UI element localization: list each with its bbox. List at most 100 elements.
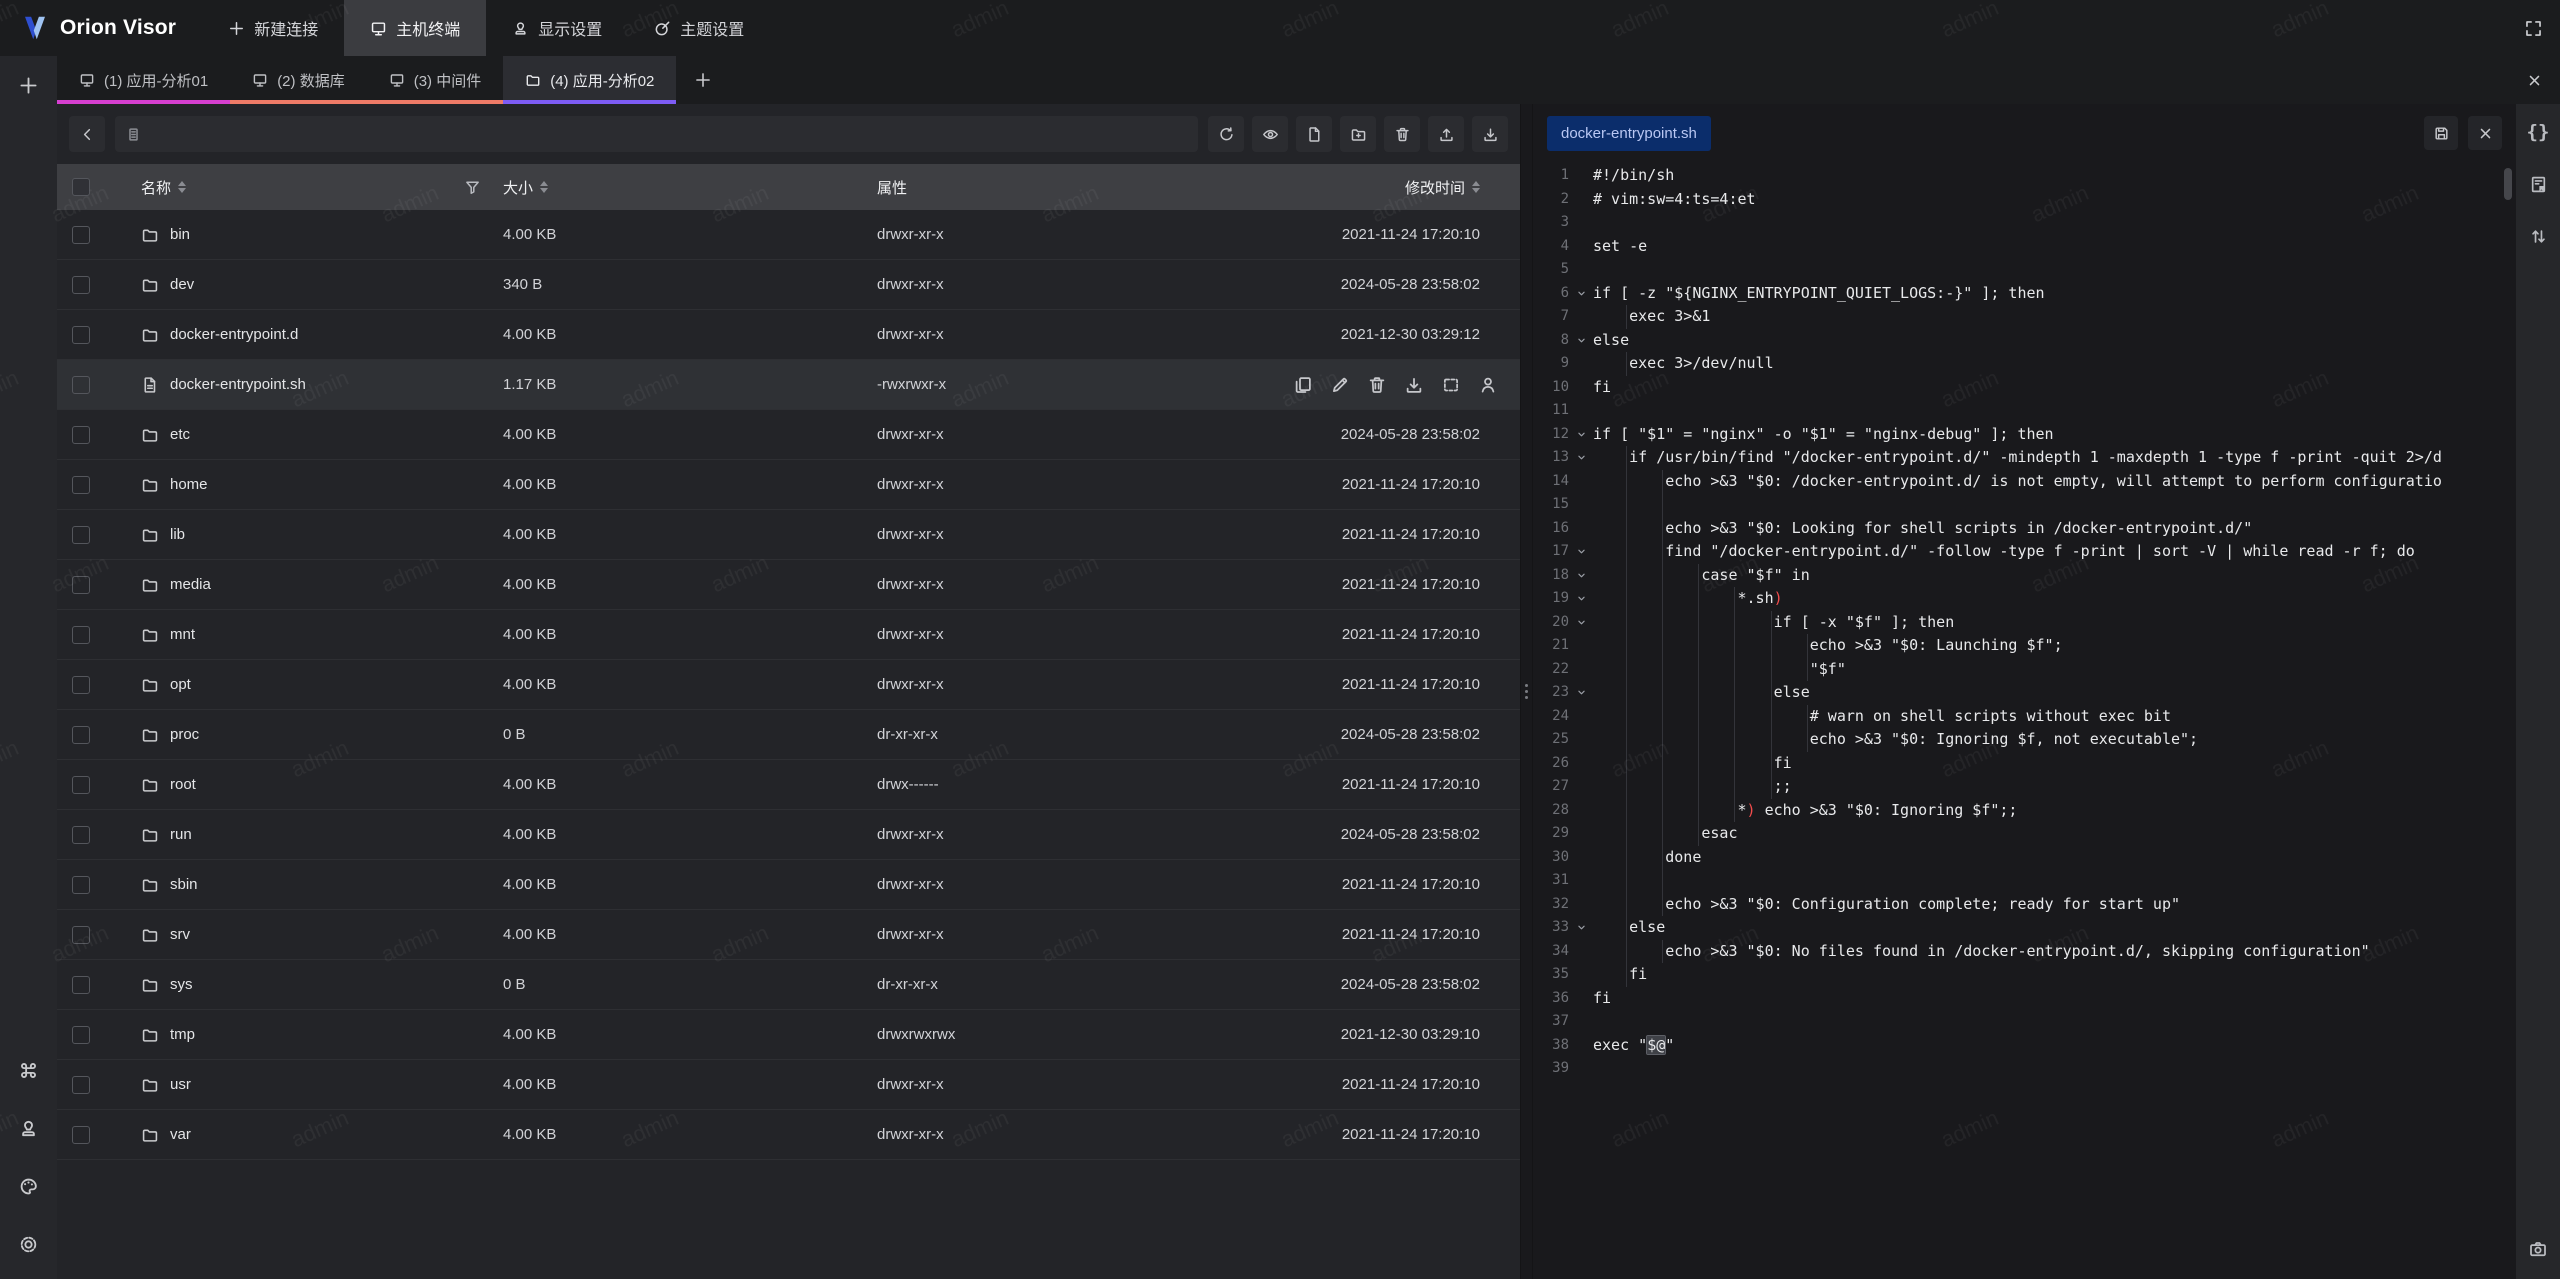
code-line: 13 if /usr/bin/find "/docker-entrypoint.… xyxy=(1533,446,2516,470)
table-row[interactable]: sys0 Bdr-xr-xr-x2024-05-28 23:58:02 xyxy=(57,960,1520,1010)
row-checkbox[interactable] xyxy=(72,526,90,544)
table-row[interactable]: media4.00 KBdrwxr-xr-x2021-11-24 17:20:1… xyxy=(57,560,1520,610)
nav-item-host-terminal[interactable]: 主机终端 xyxy=(344,0,486,56)
open-file-tag[interactable]: docker-entrypoint.sh xyxy=(1547,116,1711,151)
table-row[interactable]: bin4.00 KBdrwxr-xr-x2021-11-24 17:20:10 xyxy=(57,210,1520,260)
app-logo[interactable]: Orion Visor xyxy=(0,13,202,43)
row-checkbox[interactable] xyxy=(72,876,90,894)
nav-item-new-connection[interactable]: 新建连接 xyxy=(202,0,344,56)
upload-button[interactable] xyxy=(1428,116,1464,152)
fold-chevron-icon[interactable] xyxy=(1569,611,1593,635)
row-checkbox[interactable] xyxy=(72,976,90,994)
row-checkbox[interactable] xyxy=(72,426,90,444)
table-row[interactable]: home4.00 KBdrwxr-xr-x2021-11-24 17:20:10 xyxy=(57,460,1520,510)
fold-chevron-icon[interactable] xyxy=(1569,681,1593,705)
terminal-tab-2[interactable]: (2) 数据库 xyxy=(230,56,367,104)
table-row[interactable]: sbin4.00 KBdrwxr-xr-x2021-11-24 17:20:10 xyxy=(57,860,1520,910)
fold-chevron-icon[interactable] xyxy=(1569,423,1593,447)
row-checkbox[interactable] xyxy=(72,226,90,244)
column-header-size[interactable]: 大小 xyxy=(503,177,877,198)
sidebar-display-settings-button[interactable] xyxy=(12,1111,46,1145)
row-checkbox[interactable] xyxy=(72,1076,90,1094)
row-action-download-button[interactable] xyxy=(1404,375,1424,395)
row-checkbox[interactable] xyxy=(72,1026,90,1044)
panel-splitter[interactable] xyxy=(1520,104,1533,1279)
sidebar-theme-settings-button[interactable] xyxy=(12,1169,46,1203)
table-row[interactable]: root4.00 KBdrwx------2021-11-24 17:20:10 xyxy=(57,760,1520,810)
sidebar-settings-button[interactable] xyxy=(12,1227,46,1261)
select-all-checkbox[interactable] xyxy=(72,178,90,196)
row-checkbox[interactable] xyxy=(72,1126,90,1144)
table-row[interactable]: docker-entrypoint.sh1.17 KB-rwxrwxr-x xyxy=(57,360,1520,410)
filter-icon[interactable] xyxy=(464,179,481,196)
fold-chevron-icon[interactable] xyxy=(1569,587,1593,611)
row-checkbox[interactable] xyxy=(72,276,90,294)
row-checkbox[interactable] xyxy=(72,626,90,644)
row-action-edit-button[interactable] xyxy=(1330,375,1350,395)
new-tab-button[interactable] xyxy=(676,56,730,104)
row-action-permission-button[interactable] xyxy=(1478,375,1498,395)
fold-chevron-icon[interactable] xyxy=(1569,282,1593,306)
download-button[interactable] xyxy=(1472,116,1508,152)
table-row[interactable]: etc4.00 KBdrwxr-xr-x2024-05-28 23:58:02 xyxy=(57,410,1520,460)
path-input[interactable] xyxy=(150,125,1188,143)
fold-chevron-icon[interactable] xyxy=(1569,446,1593,470)
table-row[interactable]: mnt4.00 KBdrwxr-xr-x2021-11-24 17:20:10 xyxy=(57,610,1520,660)
close-editor-button[interactable] xyxy=(2468,116,2502,150)
terminal-tab-4[interactable]: (4) 应用-分析02 xyxy=(503,56,676,104)
table-row[interactable]: srv4.00 KBdrwxr-xr-x2021-11-24 17:20:10 xyxy=(57,910,1520,960)
column-header-name[interactable]: 名称 xyxy=(105,177,503,198)
refresh-button[interactable] xyxy=(1208,116,1244,152)
row-action-move-button[interactable] xyxy=(1441,375,1461,395)
row-checkbox[interactable] xyxy=(72,776,90,794)
close-panel-button[interactable] xyxy=(2508,56,2560,104)
fold-chevron-icon[interactable] xyxy=(1569,329,1593,353)
table-row[interactable]: docker-entrypoint.d4.00 KBdrwxr-xr-x2021… xyxy=(57,310,1520,360)
table-row[interactable]: opt4.00 KBdrwxr-xr-x2021-11-24 17:20:10 xyxy=(57,660,1520,710)
fold-chevron-icon[interactable] xyxy=(1569,540,1593,564)
fold-chevron-icon[interactable] xyxy=(1569,916,1593,940)
row-checkbox[interactable] xyxy=(72,676,90,694)
column-header-mtime[interactable]: 修改时间 xyxy=(1317,177,1520,198)
nav-item-display-settings[interactable]: 显示设置 xyxy=(486,0,628,56)
table-row[interactable]: dev340 Bdrwxr-xr-x2024-05-28 23:58:02 xyxy=(57,260,1520,310)
save-button[interactable] xyxy=(2424,116,2458,150)
scroll-sync-button[interactable] xyxy=(2524,222,2552,250)
fold-chevron-icon[interactable] xyxy=(1569,564,1593,588)
sidebar-new-tab-button[interactable] xyxy=(12,68,46,102)
snippets-button[interactable]: {} xyxy=(2524,118,2552,146)
sort-size-icon[interactable] xyxy=(540,181,548,193)
table-row[interactable]: run4.00 KBdrwxr-xr-x2024-05-28 23:58:02 xyxy=(57,810,1520,860)
new-folder-button[interactable] xyxy=(1340,116,1376,152)
table-row[interactable]: proc0 Bdr-xr-xr-x2024-05-28 23:58:02 xyxy=(57,710,1520,760)
table-row[interactable]: var4.00 KBdrwxr-xr-x2021-11-24 17:20:10 xyxy=(57,1110,1520,1160)
preview-button[interactable] xyxy=(1252,116,1288,152)
row-checkbox[interactable] xyxy=(72,926,90,944)
nav-item-theme-settings[interactable]: 主题设置 xyxy=(628,0,770,56)
code-editor[interactable]: 1#!/bin/sh2# vim:sw=4:ts=4:et34set -e56i… xyxy=(1533,162,2516,1279)
table-row[interactable]: tmp4.00 KBdrwxrwxrwx2021-12-30 03:29:10 xyxy=(57,1010,1520,1060)
row-checkbox[interactable] xyxy=(72,326,90,344)
screenshot-button[interactable] xyxy=(2524,1235,2552,1263)
row-checkbox[interactable] xyxy=(72,476,90,494)
new-file-button[interactable] xyxy=(1296,116,1332,152)
file-info-button[interactable] xyxy=(2524,170,2552,198)
table-row[interactable]: usr4.00 KBdrwxr-xr-x2021-11-24 17:20:10 xyxy=(57,1060,1520,1110)
row-action-copy-button[interactable] xyxy=(1293,375,1313,395)
delete-button[interactable] xyxy=(1384,116,1420,152)
sort-name-icon[interactable] xyxy=(178,181,186,193)
table-row[interactable]: lib4.00 KBdrwxr-xr-x2021-11-24 17:20:10 xyxy=(57,510,1520,560)
editor-scrollbar[interactable] xyxy=(2504,168,2512,200)
sidebar-shortcuts-button[interactable] xyxy=(12,1053,46,1087)
row-checkbox[interactable] xyxy=(72,376,90,394)
row-action-delete-button[interactable] xyxy=(1367,375,1387,395)
fullscreen-button[interactable] xyxy=(2519,14,2547,42)
back-button[interactable] xyxy=(69,116,105,152)
path-list-icon[interactable] xyxy=(125,126,142,143)
row-checkbox[interactable] xyxy=(72,726,90,744)
sort-mtime-icon[interactable] xyxy=(1472,181,1480,193)
terminal-tab-3[interactable]: (3) 中间件 xyxy=(367,56,504,104)
terminal-tab-1[interactable]: (1) 应用-分析01 xyxy=(57,56,230,104)
row-checkbox[interactable] xyxy=(72,576,90,594)
row-checkbox[interactable] xyxy=(72,826,90,844)
